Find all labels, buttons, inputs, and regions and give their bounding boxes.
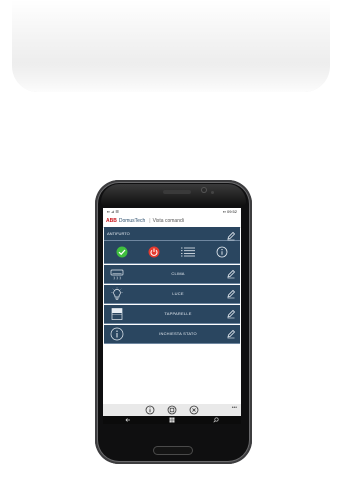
- edit-icon[interactable]: [226, 309, 236, 319]
- header-separator: |: [149, 218, 151, 224]
- info-icon[interactable]: [216, 246, 228, 258]
- edit-icon[interactable]: [226, 269, 236, 279]
- antifurto-header[interactable]: ANTIFURTO: [104, 227, 240, 241]
- air-conditioner-icon: [110, 269, 124, 280]
- row-label-clima: CLIMA: [171, 271, 185, 276]
- row-label-inchiesta-stato: INCHIESTA STATO: [159, 331, 197, 336]
- edit-icon[interactable]: [226, 289, 236, 299]
- light-bulb-icon: [111, 287, 123, 300]
- status-right: ▪▪ 09:52: [223, 209, 237, 214]
- search-icon[interactable]: [213, 417, 219, 423]
- row-inchiesta-stato[interactable]: INCHIESTA STATO: [104, 325, 240, 344]
- phone-screen: ▪▪ ⊿ ☰ ▪▪ 09:52 ABB DomusTech | Vista co…: [103, 208, 241, 424]
- row-label-tapparelle: TAPPARELLE: [164, 311, 192, 316]
- row-luce[interactable]: LUCE: [104, 285, 240, 304]
- more-icon[interactable]: •••: [232, 405, 237, 411]
- app-bottom-bar: •••: [103, 404, 241, 416]
- close-icon[interactable]: [189, 405, 199, 415]
- list-icon[interactable]: [180, 246, 196, 258]
- antifurto-controls: [104, 241, 240, 264]
- row-label-luce: LUCE: [172, 291, 184, 296]
- row-tapparelle[interactable]: TAPPARELLE: [104, 305, 240, 324]
- back-icon[interactable]: [125, 417, 131, 423]
- home-button[interactable]: [153, 446, 193, 455]
- status-bar: ▪▪ ⊿ ☰ ▪▪ 09:52: [103, 208, 241, 215]
- power-icon[interactable]: [148, 246, 160, 258]
- app-name: DomusTech: [118, 218, 146, 224]
- edit-icon[interactable]: [226, 231, 236, 241]
- settings-icon[interactable]: [167, 405, 177, 415]
- smartphone-device: ▪▪ ⊿ ☰ ▪▪ 09:52 ABB DomusTech | Vista co…: [95, 180, 252, 464]
- system-nav-bar: [103, 416, 241, 424]
- page-title: Vista comandi: [152, 218, 184, 224]
- shutter-icon: [111, 308, 123, 320]
- front-camera: [201, 187, 207, 193]
- phone-sheen: [101, 184, 246, 206]
- brand-logo: ABB: [106, 218, 117, 224]
- info-icon[interactable]: [145, 405, 155, 415]
- top-background-shade: [12, 0, 330, 92]
- row-clima[interactable]: CLIMA: [104, 265, 240, 284]
- status-left: ▪▪ ⊿ ☰: [107, 209, 119, 214]
- info-icon: [110, 327, 124, 341]
- antifurto-title: ANTIFURTO: [107, 231, 130, 236]
- check-icon[interactable]: [116, 246, 128, 258]
- edit-icon[interactable]: [226, 329, 236, 339]
- windows-start-icon[interactable]: [169, 417, 175, 423]
- proximity-sensor: [211, 191, 214, 194]
- earpiece-speaker: [163, 190, 191, 194]
